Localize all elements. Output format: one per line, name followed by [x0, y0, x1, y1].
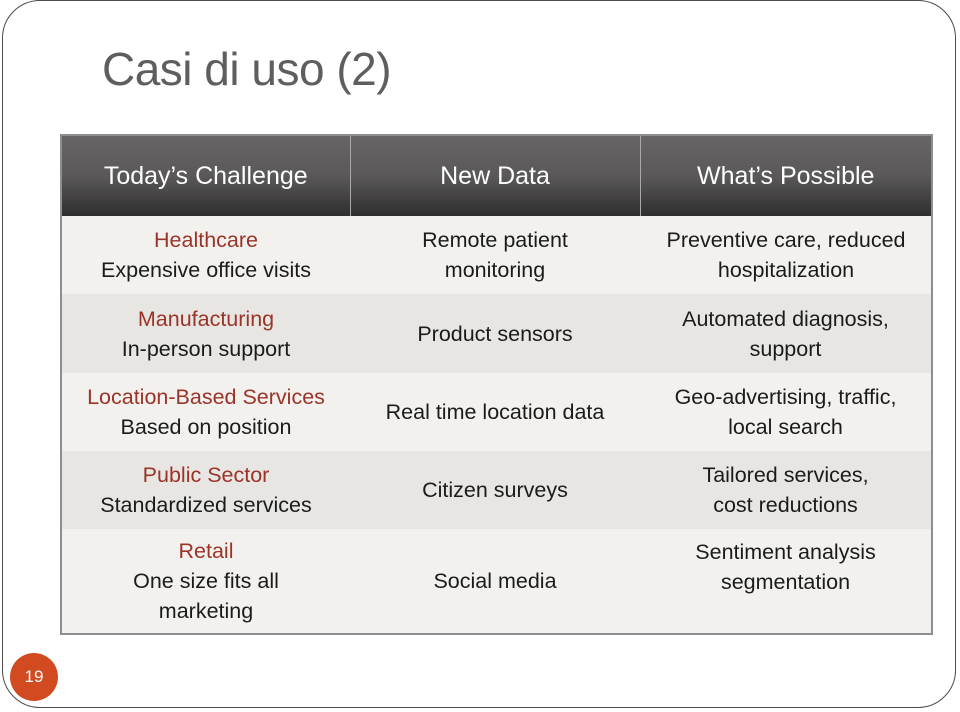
sector-label: Healthcare	[154, 228, 258, 252]
table-row: Location-Based Services Based on positio…	[61, 373, 932, 451]
possible-cell: Automated diagnosis, support	[640, 294, 932, 373]
header-new-data: New Data	[350, 135, 641, 216]
use-case-table: Today’s Challenge New Data What’s Possib…	[60, 134, 933, 635]
possible-text: Preventive care, reduced hospitalization	[666, 228, 906, 282]
new-data-cell: Real time location data	[350, 373, 640, 451]
sector-label: Retail	[178, 539, 234, 563]
new-data-cell: Product sensors	[350, 294, 640, 373]
sector-label: Manufacturing	[137, 306, 275, 331]
challenge-text: Standardized services	[100, 493, 312, 517]
possible-cell: Preventive care, reduced hospitalization	[640, 216, 932, 294]
new-data-cell: Citizen surveys	[350, 451, 640, 529]
possible-text: Geo-advertising, traffic, local search	[674, 385, 897, 439]
possible-cell: Geo-advertising, traffic, local search	[640, 373, 932, 451]
new-data-cell: Remote patient monitoring	[350, 216, 640, 294]
possible-text: Tailored services, cost reductions	[702, 463, 869, 517]
header-whats-possible: What’s Possible	[640, 135, 932, 216]
challenge-cell: Manufacturing In-person support	[61, 294, 350, 373]
header-todays-challenge: Today’s Challenge	[61, 135, 351, 216]
new-data-cell: Social media	[350, 529, 640, 634]
possible-text: Sentiment analysis segmentation	[695, 540, 876, 594]
challenge-text: In-person support	[121, 336, 291, 361]
possible-cell: Sentiment analysis segmentation	[640, 529, 932, 634]
table-row: Public Sector Standardized services Citi…	[61, 451, 932, 529]
challenge-cell: Retail One size fits all marketing	[61, 529, 350, 634]
challenge-text: One size fits all marketing	[133, 569, 279, 623]
slide-title: Casi di uso (2)	[102, 43, 392, 95]
possible-text: Automated diagnosis, support	[682, 306, 889, 361]
challenge-cell: Healthcare Expensive office visits	[61, 216, 350, 294]
table-header-row: Today’s Challenge New Data What’s Possib…	[61, 135, 932, 216]
table-row: Healthcare Expensive office visits Remot…	[61, 216, 932, 294]
challenge-cell: Location-Based Services Based on positio…	[61, 373, 350, 451]
challenge-cell: Public Sector Standardized services	[61, 451, 350, 529]
sector-label: Location-Based Services	[87, 385, 325, 409]
table-row: Retail One size fits all marketing Socia…	[61, 529, 932, 634]
challenge-text: Expensive office visits	[101, 258, 311, 282]
table-row: Manufacturing In-person support Product …	[61, 294, 932, 373]
possible-cell: Tailored services, cost reductions	[640, 451, 932, 529]
sector-label: Public Sector	[142, 463, 270, 487]
new-data-text: Remote patient monitoring	[422, 228, 568, 282]
challenge-text: Based on position	[120, 415, 292, 439]
page-number-badge: 19	[10, 653, 58, 701]
